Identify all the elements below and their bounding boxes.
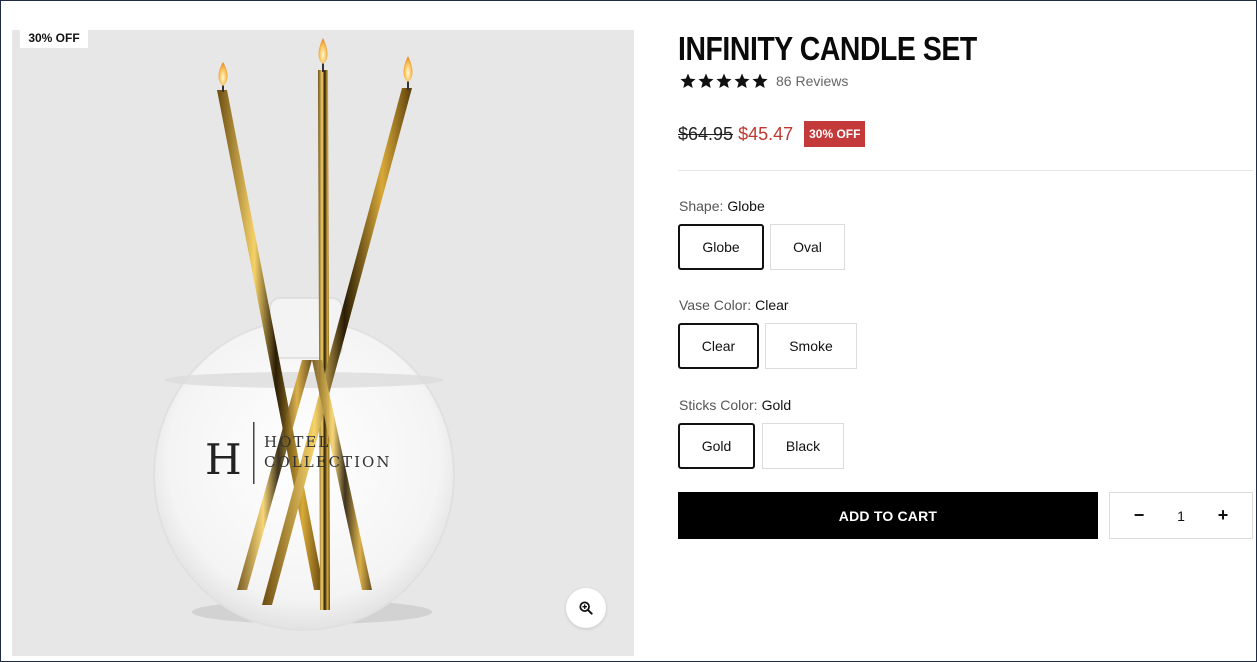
star-icon [698,73,714,89]
star-icon [752,73,768,89]
sticks-color-label-text: Sticks Color: [679,397,758,413]
zoom-in-icon [579,601,593,615]
star-icon [680,73,696,89]
vase-color-label-text: Vase Color: [679,297,752,313]
decrease-quantity-button[interactable]: − [1132,505,1146,526]
sale-price: $45.47 [738,123,794,144]
product-image-gallery[interactable]: H HOTEL COLLECTION [12,30,634,656]
sticks-option-gold[interactable]: Gold [678,423,755,469]
discount-badge: 30% OFF [804,121,866,147]
product-title: INFINITY CANDLE SET [678,30,977,67]
brand-line-2: COLLECTION [264,453,391,471]
reviews-link[interactable]: 86 Reviews [776,72,848,90]
price-row: $64.95 $45.47 30% OFF [678,121,866,147]
vase-option-smoke[interactable]: Smoke [765,323,857,369]
vase-option-clear[interactable]: Clear [678,323,759,369]
original-price: $64.95 [678,123,734,144]
quantity-stepper: − 1 + [1109,492,1253,539]
increase-quantity-button[interactable]: + [1216,505,1230,526]
shape-option-globe[interactable]: Globe [678,224,764,270]
shape-label: Shape: Globe [679,198,765,214]
divider [678,170,1253,171]
zoom-button[interactable] [566,588,606,628]
shape-option-oval[interactable]: Oval [770,224,845,270]
sticks-color-selected-value: Gold [761,397,792,413]
star-rating [679,72,769,90]
brand-letter: H [205,435,242,484]
vase-color-label: Vase Color: Clear [679,297,789,313]
shape-selected-value: Globe [727,198,765,214]
brand-line-1: HOTEL [264,433,330,451]
quantity-value[interactable]: 1 [1177,508,1185,524]
sticks-color-label: Sticks Color: Gold [679,397,791,413]
image-sale-badge: 30% OFF [20,29,88,48]
add-to-cart-button[interactable]: ADD TO CART [678,492,1098,539]
product-image: H HOTEL COLLECTION [153,38,455,631]
star-icon [734,73,750,89]
star-icon [716,73,732,89]
product-rating[interactable]: 86 Reviews [679,72,848,90]
vase-color-selected-value: Clear [755,297,789,313]
shape-label-text: Shape: [679,198,724,214]
sticks-option-black[interactable]: Black [762,423,844,469]
